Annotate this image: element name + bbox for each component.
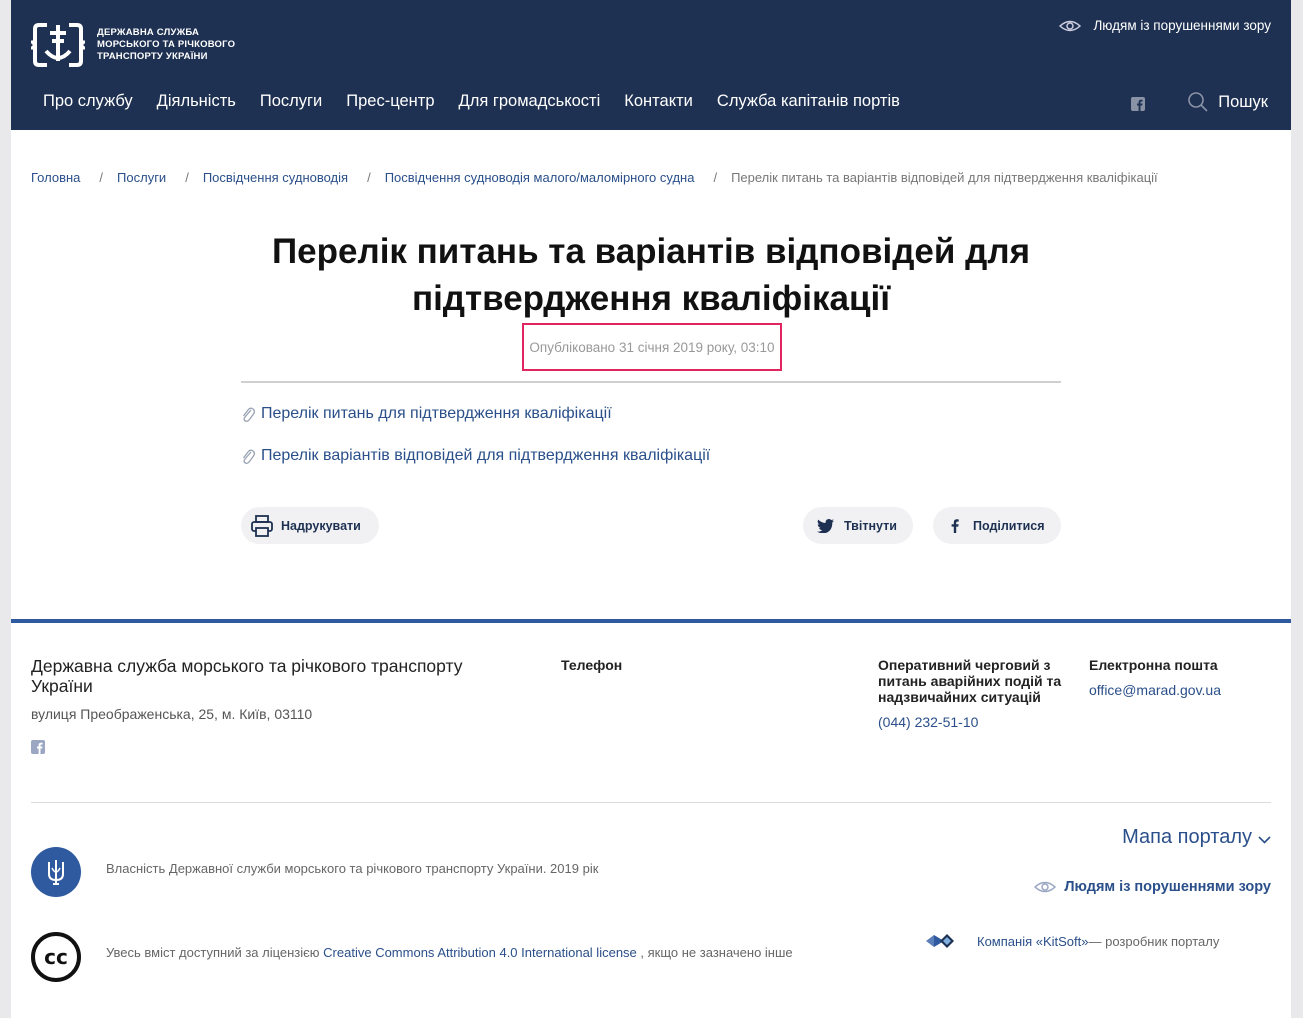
tweet-button[interactable]: Твітнути [803, 507, 913, 544]
nav-press-center[interactable]: Прес-центр [346, 92, 434, 111]
logo-line-2: МОРСЬКОГО ТА РІЧКОВОГО [97, 39, 236, 50]
trident-icon [48, 860, 64, 885]
nav-about[interactable]: Про службу [43, 92, 133, 111]
ownership-text: Власність Державної служби морського та … [106, 861, 599, 876]
breadcrumb-separator: / [185, 170, 189, 185]
developer-credit: Компанія «KitSoft» — розробник порталу [926, 932, 1219, 950]
breadcrumb-services[interactable]: Послуги [117, 170, 166, 185]
eye-icon [1034, 881, 1057, 893]
sitemap-toggle[interactable]: Мапа порталу [1122, 826, 1271, 849]
logo-line-1: ДЕРЖАВНА СЛУЖБА [97, 27, 200, 38]
paperclip-icon [242, 407, 255, 422]
nav-activity[interactable]: Діяльність [157, 92, 236, 111]
footer-divider [11, 619, 1291, 623]
license-text: Увесь вміст доступний за ліцензією Creat… [106, 945, 793, 960]
page-title: Перелік питань та варіантів відповідей д… [241, 228, 1061, 322]
divider [241, 381, 1061, 383]
page-title-line-2: підтвердження кваліфікації [411, 279, 891, 318]
nav-harbour-masters[interactable]: Служба капітанів портів [717, 92, 900, 111]
attachment-label: Перелік питань для підтвердження кваліфі… [261, 405, 612, 422]
developer-suffix: — розробник порталу [1088, 933, 1220, 949]
cc-badge-text: cc [44, 945, 68, 969]
trident-emblem [31, 847, 81, 897]
facebook-icon[interactable] [1131, 97, 1145, 111]
search-button[interactable]: Пошук [1188, 92, 1268, 112]
vision-impaired-link[interactable]: Людям із порушеннями зору [1059, 18, 1271, 33]
eye-icon [1059, 20, 1082, 31]
vision-impaired-link-footer[interactable]: Людям із порушеннями зору [1034, 879, 1271, 895]
breadcrumb-small-vessel[interactable]: Посвідчення судноводія малого/маломірног… [385, 170, 695, 185]
nav-public[interactable]: Для громадськості [459, 92, 601, 111]
nav-contacts[interactable]: Контакти [624, 92, 693, 111]
breadcrumb: Головна / Послуги / Посвідчення судновод… [31, 170, 1158, 185]
attachment-link-questions[interactable]: Перелік питань для підтвердження кваліфі… [241, 405, 612, 423]
footer-address: вулиця Преображенська, 25, м. Київ, 0311… [31, 706, 313, 722]
license-prefix: Увесь вміст доступний за ліцензією [106, 945, 320, 960]
print-label: Надрукувати [281, 518, 361, 533]
facebook-icon[interactable] [31, 740, 45, 754]
logo-icon[interactable] [31, 19, 85, 71]
vision-label: Людям із порушеннями зору [1093, 18, 1271, 33]
developer-link[interactable]: Компанія «KitSoft» [977, 934, 1088, 949]
nav-services[interactable]: Послуги [260, 92, 322, 111]
kitsoft-logo-icon[interactable] [926, 932, 954, 950]
printer-icon [251, 514, 273, 537]
divider [31, 802, 1271, 803]
page-title-line-1: Перелік питань та варіантів відповідей д… [272, 232, 1030, 271]
breadcrumb-separator: / [713, 170, 718, 185]
main-nav: Про службу Діяльність Послуги Прес-центр… [43, 92, 924, 111]
breadcrumb-current: Перелік питань та варіантів відповідей д… [731, 170, 1158, 185]
share-button[interactable]: Поділитися [933, 507, 1061, 544]
footer-email-heading: Електронна пошта [1089, 657, 1218, 673]
logo-text[interactable]: ДЕРЖАВНА СЛУЖБА МОРСЬКОГО ТА РІЧКОВОГО Т… [97, 27, 267, 63]
footer-email-link[interactable]: office@marad.gov.ua [1089, 682, 1221, 698]
breadcrumb-skipper-certificate[interactable]: Посвідчення судноводія [203, 170, 348, 185]
breadcrumb-separator: / [99, 170, 104, 185]
published-date-text: Опубліковано 31 січня 2019 року, 03:10 [529, 339, 775, 355]
attachment-label: Перелік варіантів відповідей для підтвер… [261, 447, 711, 464]
facebook-icon [951, 518, 959, 533]
breadcrumb-separator: / [367, 170, 371, 185]
chevron-down-icon [1258, 835, 1271, 844]
tweet-label: Твітнути [844, 518, 897, 533]
footer-org-name: Державна служба морського та річкового т… [31, 656, 463, 696]
paperclip-icon [242, 449, 255, 464]
sitemap-label: Мапа порталу [1122, 826, 1252, 848]
creative-commons-icon[interactable]: cc [31, 932, 81, 982]
print-button[interactable]: Надрукувати [241, 507, 379, 544]
footer-duty-heading: Оперативний черговий з питань аварійних … [878, 657, 1062, 705]
breadcrumb-home[interactable]: Головна [31, 170, 80, 185]
footer-phone-heading: Телефон [561, 657, 623, 673]
twitter-icon [817, 518, 834, 533]
logo-line-3: ТРАНСПОРТУ УКРАЇНИ [97, 51, 208, 62]
attachment-link-answers[interactable]: Перелік варіантів відповідей для підтвер… [241, 447, 710, 465]
search-icon [1188, 92, 1208, 112]
published-date: Опубліковано 31 січня 2019 року, 03:10 [522, 323, 782, 371]
share-label: Поділитися [973, 518, 1045, 533]
license-link[interactable]: Creative Commons Attribution 4.0 Interna… [323, 945, 637, 960]
page: ДЕРЖАВНА СЛУЖБА МОРСЬКОГО ТА РІЧКОВОГО Т… [11, 0, 1291, 1018]
site-header: ДЕРЖАВНА СЛУЖБА МОРСЬКОГО ТА РІЧКОВОГО Т… [11, 0, 1291, 130]
license-suffix: , якщо не зазначено інше [640, 945, 793, 960]
vision-label: Людям із порушеннями зору [1064, 879, 1271, 895]
footer-duty-phone[interactable]: (044) 232-51-10 [878, 714, 978, 730]
search-label: Пошук [1218, 92, 1268, 111]
